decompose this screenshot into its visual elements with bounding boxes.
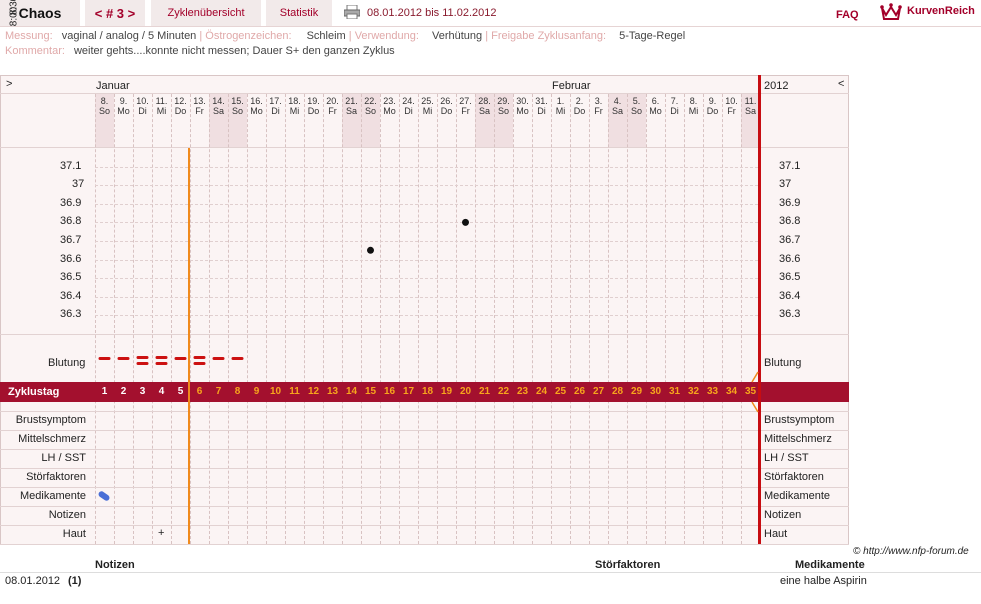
bleeding-mark: [231, 357, 244, 360]
pill-icon: [98, 491, 110, 501]
col-medikamente: Medikamente: [795, 559, 865, 571]
cycle-bracket: [751, 371, 759, 413]
bleeding-mark: [117, 357, 130, 360]
note-medication: eine halbe Aspirin: [780, 575, 867, 587]
note-date: 08.01.2012: [5, 575, 61, 587]
temperature-point: [462, 218, 469, 226]
bleeding-mark: [136, 356, 149, 359]
copyright[interactable]: © http://www.nfp-forum.de: [853, 546, 969, 557]
bleeding-mark: [174, 357, 187, 360]
note-number: (1): [68, 575, 82, 587]
bleeding-mark: [193, 362, 206, 365]
col-notizen: Notizen: [95, 559, 135, 571]
temperature-plot: [98, 218, 759, 501]
bleeding-mark: [193, 356, 206, 359]
bleeding-mark: [212, 357, 225, 360]
bleeding-mark: [155, 356, 168, 359]
bleeding-mark: [98, 357, 111, 360]
bleeding-mark: [155, 362, 168, 365]
footer-divider: [0, 572, 981, 573]
temperature-point: [367, 246, 374, 254]
col-stoerfaktoren: Störfaktoren: [595, 559, 661, 571]
bleeding-mark: [136, 362, 149, 365]
